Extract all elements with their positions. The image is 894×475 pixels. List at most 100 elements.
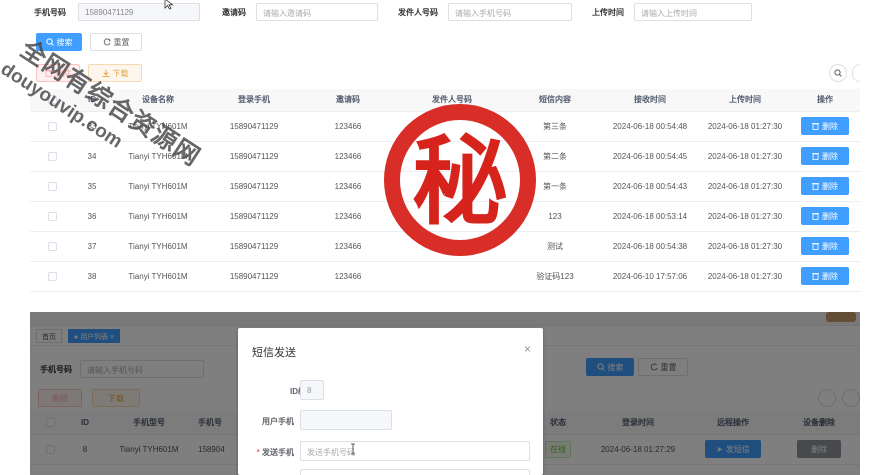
table-row: 36 Tianyi TYH601M 15890471129 123466 123 2024… — [30, 201, 860, 232]
row-delete-button[interactable]: 删除 — [801, 207, 849, 225]
col-received-time: 接收时间 — [600, 89, 700, 112]
row-select-cell[interactable] — [30, 201, 74, 232]
row-sender — [394, 171, 510, 202]
row-checkbox[interactable] — [47, 151, 57, 161]
row-invite: 123466 — [302, 231, 394, 262]
row-actions: 删除 — [790, 231, 860, 262]
sms-table: ID 设备名称 登录手机 邀请码 发件人号码 短信内容 接收时间 上传时间 操作… — [30, 89, 860, 292]
row-phone: 15890471129 — [206, 171, 302, 202]
row-select-cell[interactable] — [30, 261, 74, 292]
row-actions: 删除 — [790, 111, 860, 142]
row-select-cell[interactable] — [30, 231, 74, 262]
dialog-title: 短信发送 — [252, 347, 296, 359]
row-phone: 15890471129 — [206, 141, 302, 172]
sender-filter-input[interactable]: 请输入手机号码 — [448, 3, 572, 21]
row-delete-button[interactable]: 删除 — [801, 267, 849, 285]
send-phone-label: * 发送手机 — [256, 448, 294, 457]
row-phone: 15890471129 — [206, 111, 302, 142]
table-row: 38 Tianyi TYH601M 15890471129 123466 验证码123 2… — [30, 261, 860, 292]
row-checkbox[interactable] — [47, 271, 57, 281]
sms-table-header: ID 设备名称 登录手机 邀请码 发件人号码 短信内容 接收时间 上传时间 操作 — [30, 89, 860, 112]
text-cursor-icon — [351, 443, 355, 455]
toggle-search-button[interactable] — [829, 64, 847, 82]
col-id: ID — [74, 89, 110, 112]
row-invite: 123466 — [302, 171, 394, 202]
row-received: 2024-06-18 00:53:14 — [600, 201, 700, 232]
col-login-phone: 登录手机 — [206, 89, 302, 112]
row-actions: 删除 — [790, 171, 860, 202]
row-device: Tianyi TYH601M — [110, 141, 206, 172]
row-delete-label: 删除 — [822, 271, 838, 281]
trash-icon — [45, 70, 52, 77]
row-sender — [394, 261, 510, 292]
col-device-name: 设备名称 — [110, 89, 206, 112]
row-delete-button[interactable]: 删除 — [801, 177, 849, 195]
search-button[interactable]: 搜索 — [36, 33, 82, 51]
row-delete-button[interactable]: 删除 — [801, 147, 849, 165]
download-icon — [102, 69, 109, 77]
row-select-cell[interactable] — [30, 171, 74, 202]
row-uploaded: 2024-06-18 01:27:30 — [700, 171, 790, 202]
row-sender — [394, 231, 510, 262]
phone-filter-input[interactable]: 15890471129 — [78, 3, 200, 21]
row-actions: 删除 — [790, 141, 860, 172]
row-invite: 123466 — [302, 141, 394, 172]
batch-delete-button[interactable]: 删除 — [36, 64, 80, 82]
table-row: 37 Tianyi TYH601M 15890471129 123466 测试 2024-… — [30, 231, 860, 262]
row-received: 2024-06-10 17:57:06 — [600, 261, 700, 292]
col-select[interactable] — [30, 89, 74, 112]
row-received: 2024-06-18 00:54:45 — [600, 141, 700, 172]
row-select-cell[interactable] — [30, 111, 74, 142]
filter-bar: 手机号码 15890471129 邀请码 请输入邀请码 发件人号码 请输入手机号… — [30, 3, 860, 21]
next-field[interactable] — [300, 469, 530, 475]
search-icon — [45, 38, 54, 46]
row-checkbox[interactable] — [47, 211, 57, 221]
row-select-cell[interactable] — [30, 141, 74, 172]
row-delete-button[interactable]: 删除 — [801, 117, 849, 135]
row-delete-label: 删除 — [822, 121, 838, 131]
row-id: 37 — [74, 231, 110, 262]
search-button-label: 搜索 — [56, 37, 73, 47]
row-phone: 15890471129 — [206, 201, 302, 232]
refresh-table-button[interactable] — [852, 64, 860, 82]
row-content: 验证码123 — [510, 261, 600, 292]
row-delete-label: 删除 — [822, 211, 838, 221]
upload-time-filter-input[interactable]: 请输入上传时间 — [634, 3, 752, 21]
row-sender — [394, 141, 510, 172]
col-content: 短信内容 — [510, 89, 600, 112]
col-actions: 操作 — [790, 89, 860, 112]
invite-filter-input[interactable]: 请输入邀请码 — [256, 3, 378, 21]
reset-button[interactable]: 重置 — [90, 33, 142, 51]
invite-filter-label: 邀请码 — [222, 8, 246, 17]
row-delete-button[interactable]: 删除 — [801, 237, 849, 255]
row-sender — [394, 111, 510, 142]
select-all-checkbox[interactable] — [47, 95, 57, 105]
close-icon[interactable]: × — [524, 342, 531, 356]
trash-icon — [812, 153, 819, 160]
trash-icon — [812, 123, 819, 130]
send-phone-input[interactable]: 发送手机号码 — [300, 441, 530, 461]
row-device: Tianyi TYH601M — [110, 171, 206, 202]
download-button[interactable]: 下载 — [88, 64, 142, 82]
row-device: Tianyi TYH601M — [110, 201, 206, 232]
row-device: Tianyi TYH601M — [110, 231, 206, 262]
sms-table-body: 33 Tianyi TYH601M 15890471129 123466 第三条 2024… — [30, 111, 860, 292]
row-checkbox[interactable] — [47, 181, 57, 191]
sender-filter-label: 发件人号码 — [398, 8, 438, 17]
row-uploaded: 2024-06-18 01:27:30 — [700, 141, 790, 172]
row-content: 第二条 — [510, 141, 600, 172]
phone-filter-label: 手机号码 — [34, 8, 66, 17]
trash-icon — [812, 213, 819, 220]
col-sender: 发件人号码 — [394, 89, 510, 112]
trash-icon — [812, 183, 819, 190]
row-checkbox[interactable] — [47, 241, 57, 251]
row-invite: 123466 — [302, 201, 394, 232]
row-delete-label: 删除 — [822, 181, 838, 191]
table-row: 33 Tianyi TYH601M 15890471129 123466 第三条 2024… — [30, 111, 860, 142]
col-upload-time: 上传时间 — [700, 89, 790, 112]
row-checkbox[interactable] — [47, 121, 57, 131]
user-phone-field — [300, 410, 392, 430]
row-content: 第一条 — [510, 171, 600, 202]
row-sender — [394, 201, 510, 232]
row-invite: 123466 — [302, 261, 394, 292]
